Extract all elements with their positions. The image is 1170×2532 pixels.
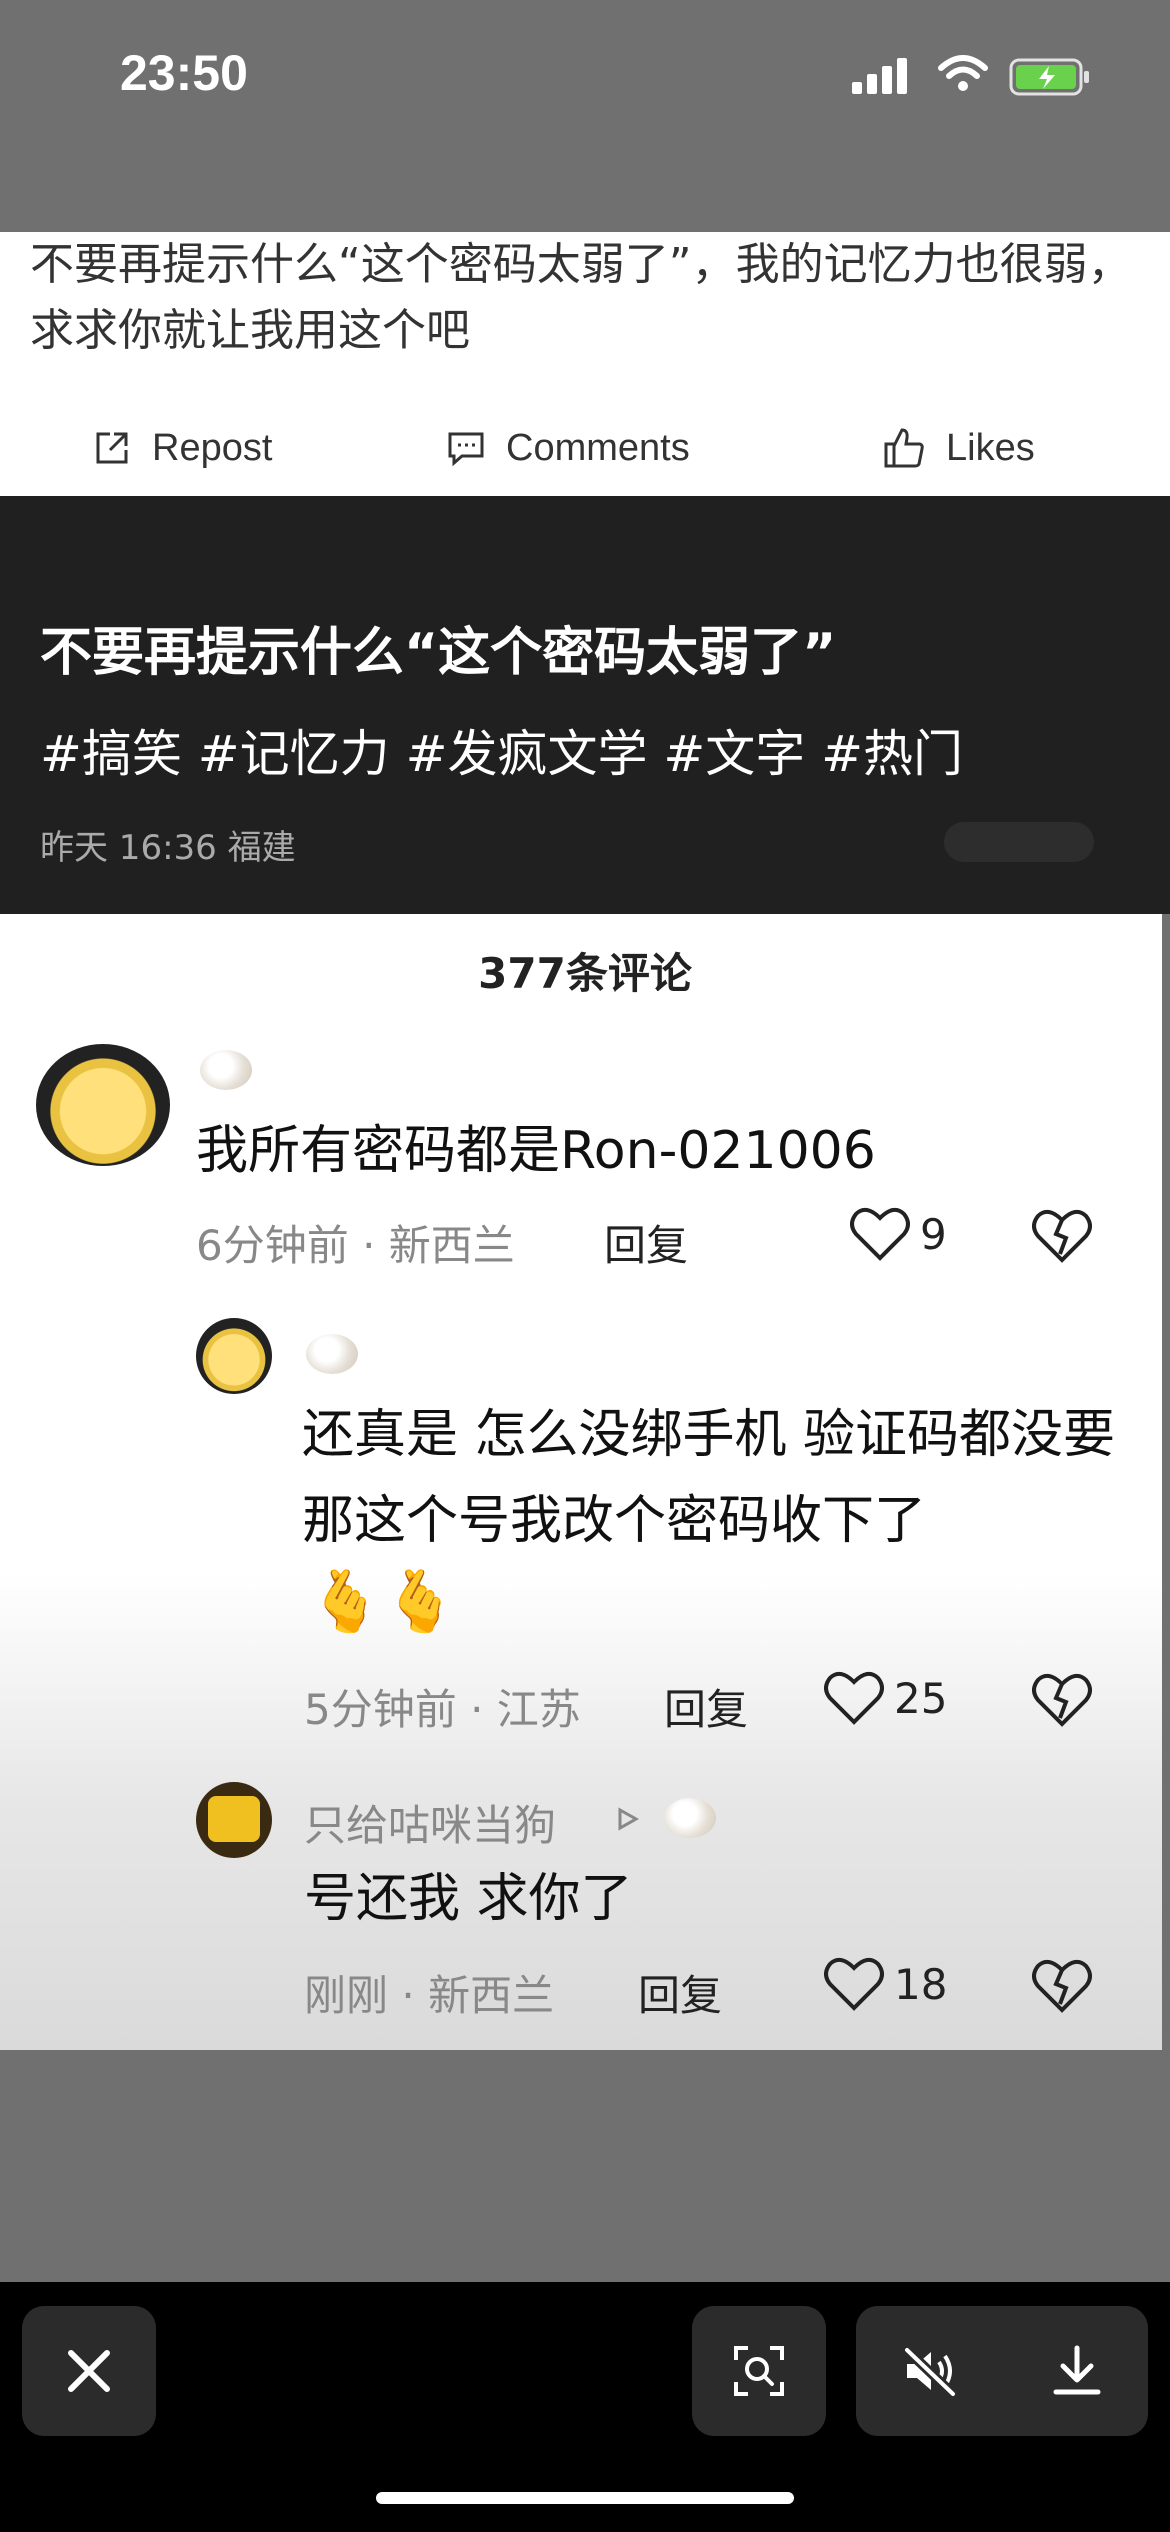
like-count: 18 [894,1959,948,2009]
heart-icon [824,1671,884,1725]
fan-badge-icon [200,1050,252,1090]
likes-label: Likes [946,426,1035,469]
video-hashtags[interactable]: #搞笑 #记忆力 #发疯文学 #文字 #热门 [40,714,963,786]
fan-badge-icon [306,1334,358,1374]
heart-icon [824,1957,884,2011]
video-title: 不要再提示什么“这个密码太弱了” [40,623,837,683]
comments-label: Comments [506,426,690,469]
comment-meta: 刚刚 · 新西兰 [304,1971,555,2020]
broken-heart-icon[interactable] [1032,1672,1092,1728]
comment-time: 5分钟前 [304,1685,457,1734]
signal-icon [852,58,907,94]
like-button[interactable]: 18 [824,1956,947,2012]
status-time: 23:50 [120,45,248,101]
avatar[interactable] [196,1782,272,1858]
comment-time: 6分钟前 [196,1221,349,1270]
media-controls [856,2306,1148,2436]
battery-charging-icon [1009,58,1089,96]
fan-badge-icon [664,1798,716,1838]
reply-button[interactable]: 回复 [664,1676,748,1737]
comment-count: 377条评论 [478,949,692,998]
like-count: 9 [920,1209,947,1259]
finger-heart-emoji: 🫰🫰 [308,1567,458,1637]
download-icon[interactable] [1050,2344,1104,2398]
visual-search-button[interactable] [692,2306,826,2436]
avatar[interactable] [36,1044,170,1166]
like-button[interactable]: 9 [850,1206,947,1262]
home-indicator[interactable] [376,2492,794,2504]
broken-heart-icon[interactable] [1032,1208,1092,1264]
scan-search-icon [734,2346,784,2396]
comment-location: 江苏 [496,1685,581,1734]
avatar[interactable] [196,1318,272,1394]
close-button[interactable] [22,2306,156,2436]
comment-icon [448,432,484,467]
post-text: 不要再提示什么“这个密码太弱了”，我的记忆力也很弱，求求你就让我用这个吧 [30,239,1132,356]
comment-text: 号还我 求你了 [304,1869,633,1929]
like-count: 25 [894,1673,948,1723]
comment-location: 新西兰 [428,1971,555,2020]
comment-location: 新西兰 [388,1221,515,1270]
comment-text: 还真是 怎么没绑手机 验证码都没要 那这个号我改个密码收下了 [302,1405,1116,1551]
reply-button[interactable]: 回复 [604,1212,688,1273]
comment-time: 刚刚 [304,1971,389,2020]
comments-button[interactable]: Comments [446,420,690,476]
blurred-author-tag [944,822,1094,862]
comment-meta: 6分钟前 · 新西兰 [196,1221,515,1270]
reply-button[interactable]: 回复 [638,1962,722,2023]
broken-heart-icon[interactable] [1032,1958,1092,2014]
thumbs-up-icon [884,428,924,468]
heart-icon [850,1207,910,1261]
repost-button[interactable]: Repost [92,420,272,476]
comment-text: 我所有密码都是Ron-021006 [196,1121,876,1181]
play-arrow-icon [618,1807,640,1831]
mute-icon[interactable] [901,2344,961,2398]
status-bar [0,0,1170,232]
likes-button[interactable]: Likes [882,420,1035,476]
repost-icon [96,432,128,464]
close-icon [68,2350,110,2392]
repost-label: Repost [152,426,273,469]
comment-meta: 5分钟前 · 江苏 [304,1685,581,1734]
comment-username[interactable]: 只给咕咪当狗 [304,1792,556,1853]
video-timestamp-location: 昨天 16:36 福建 [40,828,296,868]
wifi-icon [938,55,988,91]
like-button[interactable]: 25 [824,1670,947,1726]
